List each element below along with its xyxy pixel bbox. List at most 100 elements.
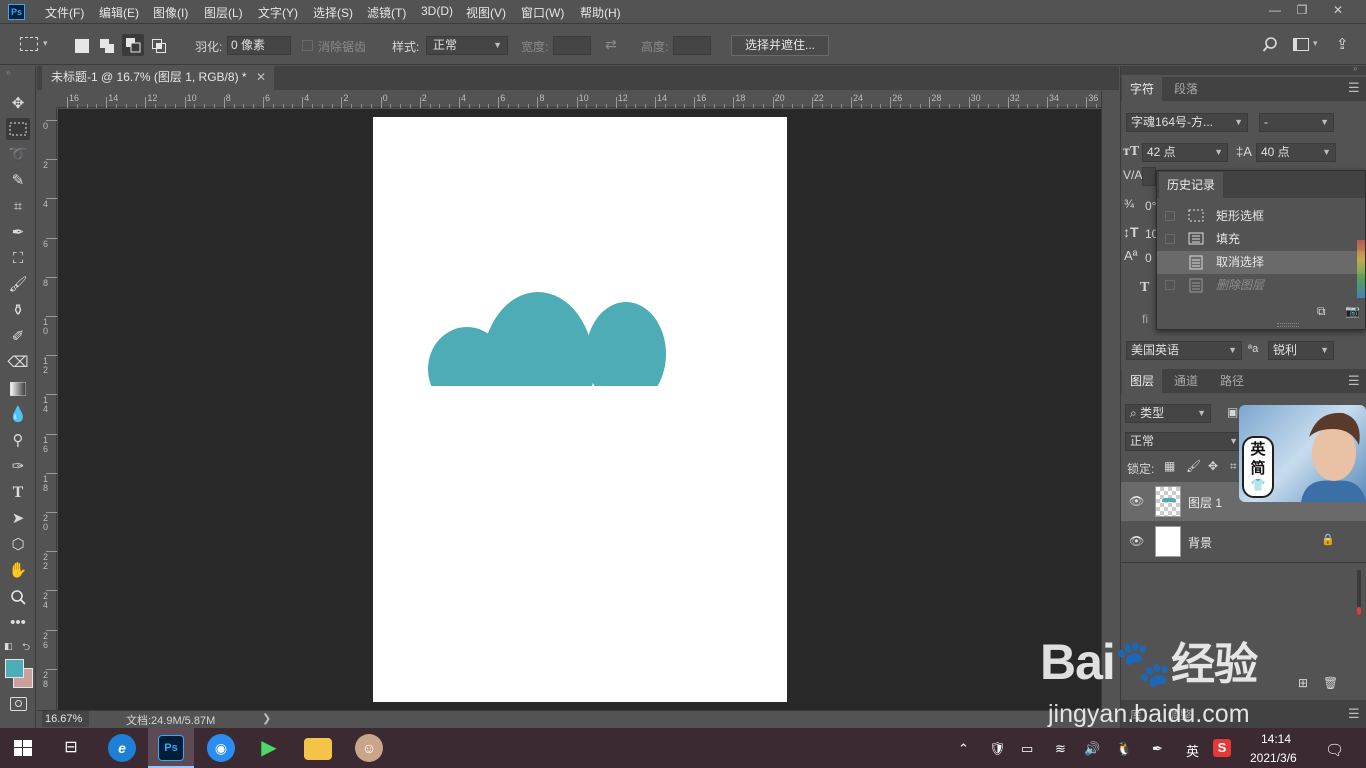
chevron-right-icon[interactable]: ❯: [262, 712, 271, 725]
workspace-icon[interactable]: [1293, 38, 1309, 51]
lock-position-icon[interactable]: ✥: [1208, 459, 1218, 473]
type-tool-icon[interactable]: T: [6, 482, 30, 504]
baseline-shift-value[interactable]: 0: [1145, 251, 1152, 265]
tracking-value[interactable]: 0°: [1145, 199, 1156, 213]
chevron-down-icon[interactable]: ▾: [1313, 38, 1318, 49]
quick-select-tool-icon[interactable]: ✎: [6, 170, 30, 192]
chevron-down-icon[interactable]: ▾: [43, 38, 48, 49]
tab-paths[interactable]: 路径: [1212, 369, 1252, 393]
new-document-from-state-icon[interactable]: ⧉: [1317, 304, 1326, 319]
move-tool-icon[interactable]: ✥: [6, 93, 30, 115]
device-icon[interactable]: ▭: [1021, 741, 1033, 757]
tab-channels[interactable]: 通道: [1166, 369, 1206, 393]
restore-icon[interactable]: ❐: [1292, 2, 1312, 18]
menu-view[interactable]: 视图(V): [466, 4, 506, 21]
gradient-tool-icon[interactable]: [6, 378, 30, 400]
history-item[interactable]: 填充: [1157, 228, 1365, 251]
more-tools-icon[interactable]: •••: [6, 612, 30, 634]
lock-pixels-icon[interactable]: 🖌: [1186, 459, 1201, 473]
layer-filter-select[interactable]: ⌕ 类型 ▼: [1125, 404, 1211, 423]
layer-name[interactable]: 图层 1: [1188, 494, 1222, 511]
document-tab[interactable]: 未标题-1 @ 16.7% (图层 1, RGB/8) * ✕: [42, 66, 274, 90]
quick-mask-icon[interactable]: [10, 697, 27, 711]
share-icon[interactable]: ⇪: [1336, 35, 1349, 53]
feather-input[interactable]: 0 像素: [227, 36, 291, 55]
history-snapshot-checkbox[interactable]: [1165, 257, 1175, 267]
qq-icon[interactable]: 🐧: [1116, 741, 1132, 757]
media-player-icon[interactable]: ▶: [255, 734, 283, 762]
select-and-mask-button[interactable]: 选择并遮住...: [731, 35, 829, 56]
lasso-tool-icon[interactable]: ➰: [6, 144, 30, 166]
visibility-eye-icon[interactable]: 👁: [1129, 494, 1144, 508]
add-selection-icon[interactable]: [100, 39, 114, 53]
collapse-icon[interactable]: »: [1353, 64, 1357, 73]
ruler-origin[interactable]: [38, 91, 57, 108]
snapshot-camera-icon[interactable]: 📷: [1345, 304, 1360, 318]
font-size-field[interactable]: 42 点 ▼: [1142, 143, 1228, 162]
user-avatar-icon[interactable]: ☺: [355, 734, 383, 762]
filter-pixel-icon[interactable]: ▣: [1227, 405, 1238, 419]
ligature-icon[interactable]: fi: [1142, 312, 1148, 326]
brush-tool-icon[interactable]: 🖌: [6, 274, 30, 296]
history-brush-tool-icon[interactable]: ✐: [6, 326, 30, 348]
browser-icon[interactable]: ◉: [207, 734, 235, 762]
swap-colors-icon[interactable]: ⮌: [22, 640, 30, 657]
crop-tool-icon[interactable]: ⌗: [6, 196, 30, 218]
blur-tool-icon[interactable]: 💧: [6, 404, 30, 426]
hand-tool-icon[interactable]: ✋: [6, 560, 30, 582]
volume-icon[interactable]: 🔊: [1084, 741, 1100, 757]
sogou-ime-icon[interactable]: S: [1213, 739, 1231, 757]
chevron-up-icon[interactable]: ⌃: [958, 741, 969, 757]
history-snapshot-checkbox[interactable]: [1165, 234, 1175, 244]
clock-time[interactable]: 14:14: [1261, 732, 1291, 746]
marquee-tool-icon[interactable]: [6, 118, 30, 140]
photoshop-taskbar-icon[interactable]: Ps: [158, 735, 184, 761]
menu-3d[interactable]: 3D(D): [421, 4, 453, 18]
shape-tool-icon[interactable]: ⬡: [6, 534, 30, 556]
dodge-tool-icon[interactable]: ⚲: [6, 430, 30, 452]
menu-filter[interactable]: 滤镜(T): [367, 4, 406, 21]
menu-file[interactable]: 文件(F): [45, 4, 84, 21]
menu-edit[interactable]: 编辑(E): [99, 4, 139, 21]
tab-history[interactable]: 历史记录: [1159, 172, 1224, 198]
wifi-icon[interactable]: ≋: [1055, 741, 1066, 757]
menu-help[interactable]: 帮助(H): [580, 4, 621, 21]
ie-browser-icon[interactable]: e: [108, 734, 136, 762]
vertical-ruler[interactable]: 0 2 4 6 8 10 12 14 16 18 20 22 24 26 28: [38, 108, 57, 710]
foreground-color-swatch[interactable]: [5, 659, 24, 678]
layer-row[interactable]: 👁 背景 🔒: [1121, 522, 1366, 561]
menu-window[interactable]: 窗口(W): [521, 4, 564, 21]
blend-mode-select[interactable]: 正常 ▼: [1125, 432, 1243, 451]
menu-layer[interactable]: 图层(L): [204, 4, 243, 21]
subtract-selection-icon[interactable]: [122, 34, 144, 56]
ime-badge[interactable]: 英 简 👕: [1242, 436, 1274, 498]
tab-character[interactable]: 字符: [1122, 77, 1163, 101]
collapse-icon[interactable]: »: [6, 68, 10, 77]
windows-start-icon[interactable]: [14, 740, 32, 756]
new-selection-icon[interactable]: [75, 39, 89, 53]
document-canvas[interactable]: [373, 117, 787, 702]
leading-field[interactable]: 40 点 ▼: [1256, 143, 1336, 162]
lock-transparency-icon[interactable]: ▦: [1164, 459, 1175, 473]
swap-icon[interactable]: ⇄: [605, 36, 617, 53]
horizontal-ruler[interactable]: 16 14 12 10 8 6 4 2 0 2 4 6 8 10 12 14 16 18 20 22 24 26 28 30 3…: [57, 91, 1117, 108]
healing-tool-icon[interactable]: ⛶: [6, 248, 30, 270]
resize-grip[interactable]: [1277, 323, 1299, 327]
delete-layer-icon[interactable]: 🗑: [1323, 676, 1338, 690]
notification-icon[interactable]: 🗨: [1325, 741, 1344, 759]
pen-tray-icon[interactable]: ✒: [1152, 741, 1163, 757]
clock-date[interactable]: 2021/3/6: [1250, 751, 1297, 765]
width-input[interactable]: [553, 36, 591, 55]
history-snapshot-checkbox[interactable]: [1165, 280, 1175, 290]
eraser-tool-icon[interactable]: ⌫: [6, 352, 30, 374]
font-family-select[interactable]: 字魂164号-方... ▼: [1126, 113, 1248, 132]
search-icon[interactable]: [1262, 36, 1280, 54]
close-icon[interactable]: ✕: [1328, 2, 1348, 18]
visibility-eye-icon[interactable]: 👁: [1129, 534, 1144, 548]
pen-tool-icon[interactable]: ✑: [6, 456, 30, 478]
tab-paragraph[interactable]: 段落: [1166, 77, 1206, 101]
eyedropper-tool-icon[interactable]: ✒: [6, 222, 30, 244]
intersect-selection-icon[interactable]: [152, 39, 166, 53]
faux-bold-icon[interactable]: T: [1140, 280, 1149, 296]
history-item-undone[interactable]: 删除图层: [1157, 274, 1365, 297]
